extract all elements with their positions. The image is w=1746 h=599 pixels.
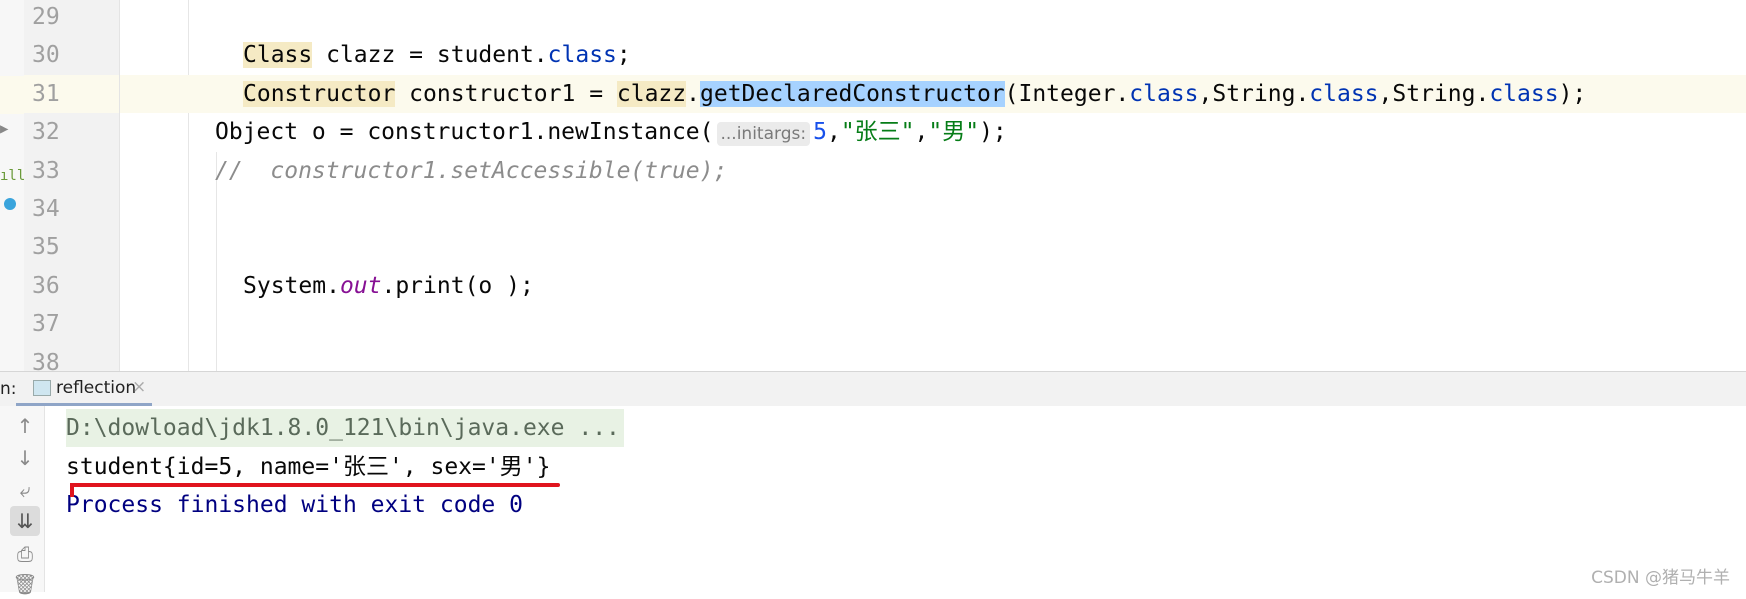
run-tool-window-header: n: reflection ×: [0, 371, 1746, 407]
code-line[interactable]: Object o = constructor1.newInstance(...i…: [120, 113, 1746, 151]
current-line-strip: [0, 76, 24, 114]
line-number: 31: [24, 74, 119, 113]
code-token: "男": [928, 119, 980, 146]
close-icon[interactable]: ×: [132, 377, 146, 397]
code-line[interactable]: [120, 0, 1746, 36]
console-icon: [33, 380, 51, 396]
code-line[interactable]: System.out.print(o );: [120, 267, 1746, 305]
line-number: 29: [32, 4, 60, 30]
clock-icon: [4, 198, 16, 210]
code-editor[interactable]: Class clazz = student.class; Constructor …: [120, 0, 1746, 371]
line-number-gutter: 29 30 31 32 33 34 35 36 37 38: [24, 0, 120, 376]
line-number: 32: [32, 119, 60, 146]
code-line[interactable]: Class clazz = student.class;: [120, 36, 1746, 74]
print-icon[interactable]: ⎙: [10, 539, 40, 569]
code-token: (Integer.: [1004, 80, 1130, 107]
code-line[interactable]: // constructor1.setAccessible(true);: [120, 152, 1746, 190]
project-panel-edge: ▶ ıllı: [0, 0, 24, 371]
line-number: 36: [32, 272, 60, 299]
console-line: student{id=5, name='张三', sex='男'}: [66, 453, 551, 480]
code-token: ,String.: [1198, 80, 1310, 107]
expand-arrow-icon[interactable]: ▶: [0, 121, 8, 137]
code-token: Constructor: [243, 80, 396, 107]
code-token: "张三": [840, 119, 915, 146]
code-token: clazz = student.: [312, 42, 548, 69]
code-line[interactable]: [120, 305, 1746, 343]
line-number: 30: [32, 42, 60, 69]
scroll-to-end-icon[interactable]: ⇊: [10, 506, 40, 536]
code-token: class: [547, 42, 617, 69]
code-line[interactable]: [120, 190, 1746, 228]
code-token: System.: [243, 272, 340, 299]
code-token: ,: [914, 119, 929, 146]
code-token: Class: [243, 42, 313, 69]
trash-icon[interactable]: 🗑: [10, 569, 40, 599]
up-arrow-icon[interactable]: ↑: [10, 411, 40, 441]
code-token: class: [1309, 80, 1379, 107]
code-token: getDeclaredConstructor: [700, 80, 1005, 107]
line-number: 34: [32, 196, 60, 222]
console-toolbar: ↑ ↓ ⤶ ⇊ ⎙ 🗑: [0, 406, 45, 596]
code-token: out: [339, 272, 382, 299]
soft-wrap-icon[interactable]: ⤶: [10, 475, 40, 505]
code-token: class: [1129, 80, 1199, 107]
code-token: .print(o );: [381, 272, 534, 299]
run-label: n:: [0, 379, 17, 399]
code-token: ,: [826, 119, 841, 146]
code-token: class: [1489, 80, 1559, 107]
console-line: D:\dowload\jdk1.8.0_121\bin\java.exe ...: [66, 409, 624, 447]
red-underline-hook: [70, 483, 74, 497]
line-number: 33: [32, 157, 60, 184]
tab-reflection[interactable]: reflection ×: [16, 372, 152, 406]
chart-icon: ıllı: [0, 168, 24, 184]
code-token: );: [1558, 80, 1587, 107]
code-token: 5: [813, 119, 827, 146]
console-output[interactable]: ↑ ↓ ⤶ ⇊ ⎙ 🗑 D:\dowload\jdk1.8.0_121\bin\java.…: [0, 406, 1746, 596]
code-line[interactable]: Constructor constructor1 = clazz.getDecl…: [120, 74, 1746, 113]
code-token: );: [979, 119, 1007, 146]
tab-label: reflection: [56, 378, 137, 398]
code-line[interactable]: [120, 344, 1746, 371]
red-underline-annotation: [70, 483, 560, 487]
console-line: Process finished with exit code 0: [66, 492, 523, 518]
code-token: Object o = constructor1.newInstance(: [215, 119, 714, 146]
code-token: ;: [616, 42, 631, 69]
parameter-hint: ...initargs:: [716, 122, 811, 147]
code-token: // constructor1.setAccessible(true);: [215, 157, 728, 184]
watermark: CSDN @猪马牛羊: [1591, 568, 1730, 588]
code-token: .: [686, 80, 700, 107]
line-number: 37: [32, 311, 60, 338]
down-arrow-icon[interactable]: ↓: [10, 443, 40, 473]
code-line[interactable]: [120, 228, 1746, 266]
code-token: ,String.: [1378, 80, 1490, 107]
code-token: constructor1 =: [395, 80, 617, 107]
code-token: clazz: [616, 80, 687, 107]
line-number: 35: [32, 234, 60, 261]
